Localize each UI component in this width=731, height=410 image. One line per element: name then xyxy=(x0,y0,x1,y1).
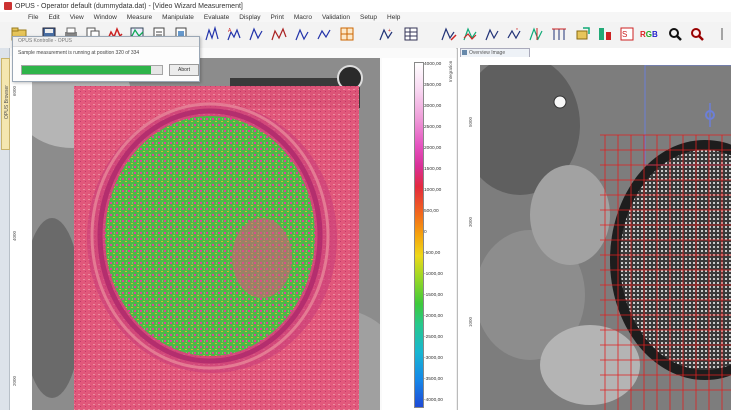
dialog-message: Sample measurement is running at positio… xyxy=(18,50,140,56)
cut-icon[interactable] xyxy=(528,25,546,43)
colorbar-label: 4000,00 xyxy=(424,62,442,67)
filter-icon[interactable] xyxy=(316,25,334,43)
colorbar-label: -500,00 xyxy=(424,251,441,256)
menu-evaluate[interactable]: Evaluate xyxy=(199,14,234,21)
vertical-ruler-left: 6000 4000 2000 xyxy=(10,56,33,410)
map-icon[interactable] xyxy=(270,25,288,43)
find-icon[interactable] xyxy=(688,25,706,43)
menu-print[interactable]: Print xyxy=(266,14,289,21)
abort-button[interactable]: Abort xyxy=(169,64,199,76)
table-icon[interactable]: A xyxy=(226,25,244,43)
zoom-icon[interactable] xyxy=(666,25,684,43)
edit-spectrum-icon[interactable] xyxy=(440,25,458,43)
peak-pick-icon[interactable]: + xyxy=(378,25,396,43)
app-icon xyxy=(4,2,12,10)
grid-toggle-icon[interactable] xyxy=(338,25,356,43)
smooth-icon[interactable] xyxy=(484,25,502,43)
overview-image-panel: Overview Image 5000 3000 1000 xyxy=(457,48,731,410)
vertical-ruler-right: 5000 3000 1000 xyxy=(458,57,481,410)
tab-overview-image[interactable]: Overview Image xyxy=(460,48,530,57)
colorbar-label: -2500,00 xyxy=(424,335,443,340)
quant-icon[interactable]: S xyxy=(618,25,636,43)
svg-text:*: * xyxy=(516,28,518,34)
ruler-tick: 3000 xyxy=(468,216,473,227)
menu-file[interactable]: File xyxy=(0,14,43,21)
multi-peak-icon[interactable] xyxy=(550,25,568,43)
colorbar-gradient xyxy=(414,62,424,408)
menu-setup[interactable]: Setup xyxy=(355,14,382,21)
colorbar-label: -4000,00 xyxy=(424,398,443,403)
chart-mixed-icon[interactable] xyxy=(596,25,614,43)
menu-validation[interactable]: Validation xyxy=(317,14,355,21)
tab-overview-label: Overview Image xyxy=(469,50,506,56)
colorbar-label: -3000,00 xyxy=(424,356,443,361)
ruler-tick: 6000 xyxy=(12,85,17,96)
colorbar-label: 1500,00 xyxy=(424,167,442,172)
chemical-map-image[interactable] xyxy=(32,58,380,410)
menu-window[interactable]: Window xyxy=(89,14,122,21)
chemical-image-panel: 6000 4000 2000 Integration 4000,00 3500,… xyxy=(10,48,456,410)
menu-bar: File Edit View Window Measure Manipulate… xyxy=(0,12,731,22)
svg-text:S: S xyxy=(622,30,627,39)
menu-help[interactable]: Help xyxy=(382,14,405,21)
colorbar-label: 0 xyxy=(424,230,427,235)
ruler-tick: 2000 xyxy=(12,375,17,386)
colorbar-legend: Integration 4000,00 3500,00 3000,00 2500… xyxy=(382,58,456,410)
colorbar-label: -1500,00 xyxy=(424,293,443,298)
menu-edit[interactable]: Edit xyxy=(43,14,64,21)
menu-macro[interactable]: Macro xyxy=(289,14,317,21)
overview-image[interactable] xyxy=(480,65,731,410)
transfer-icon[interactable] xyxy=(574,25,592,43)
colorbar-label: -3500,00 xyxy=(424,377,443,382)
window-title: OPUS - Operator default (dummydata.dat) … xyxy=(15,2,243,10)
browser-sidebar: OPUS Browser xyxy=(0,48,10,410)
menu-manipulate[interactable]: Manipulate xyxy=(157,14,199,21)
progress-bar-fill xyxy=(22,66,151,74)
colorbar-label: 1000,00 xyxy=(424,188,442,193)
colorbar-label: 2500,00 xyxy=(424,125,442,130)
ruler-tick: 4000 xyxy=(12,230,17,241)
menu-view[interactable]: View xyxy=(65,14,89,21)
svg-text:+: + xyxy=(388,28,391,34)
colorbar-label: 2000,00 xyxy=(424,146,442,151)
grid-icon[interactable] xyxy=(204,25,222,43)
colorbar-label: 3500,00 xyxy=(424,83,442,88)
colorbar-label: 500,00 xyxy=(424,209,439,214)
colorbar-label: 3000,00 xyxy=(424,104,442,109)
menu-measure[interactable]: Measure xyxy=(122,14,157,21)
menu-display[interactable]: Display xyxy=(234,14,265,21)
svg-text:RGB: RGB xyxy=(640,30,658,39)
progress-bar xyxy=(21,65,163,75)
chart-icon[interactable] xyxy=(248,25,266,43)
cube-icon[interactable] xyxy=(294,25,312,43)
subtract-icon[interactable] xyxy=(462,25,480,43)
sidebar-tab-browser[interactable]: OPUS Browser xyxy=(1,58,10,150)
colorbar-title: Integration xyxy=(448,60,453,82)
ruler-tick: 5000 xyxy=(468,116,473,127)
toolbar-overflow-icon[interactable] xyxy=(716,25,728,43)
colorbar-label: -2000,00 xyxy=(424,314,443,319)
colorbar-label: -1000,00 xyxy=(424,272,443,277)
dialog-title: OPUS Kontrolle - OPUS xyxy=(13,37,199,47)
image-icon xyxy=(462,50,467,55)
rgb-icon[interactable]: RGB xyxy=(640,25,662,43)
ruler-tick: 1000 xyxy=(468,316,473,327)
derivative-icon[interactable]: * xyxy=(506,25,524,43)
measurement-progress-dialog: OPUS Kontrolle - OPUS Sample measurement… xyxy=(12,36,200,82)
report-table-icon[interactable] xyxy=(402,25,420,43)
